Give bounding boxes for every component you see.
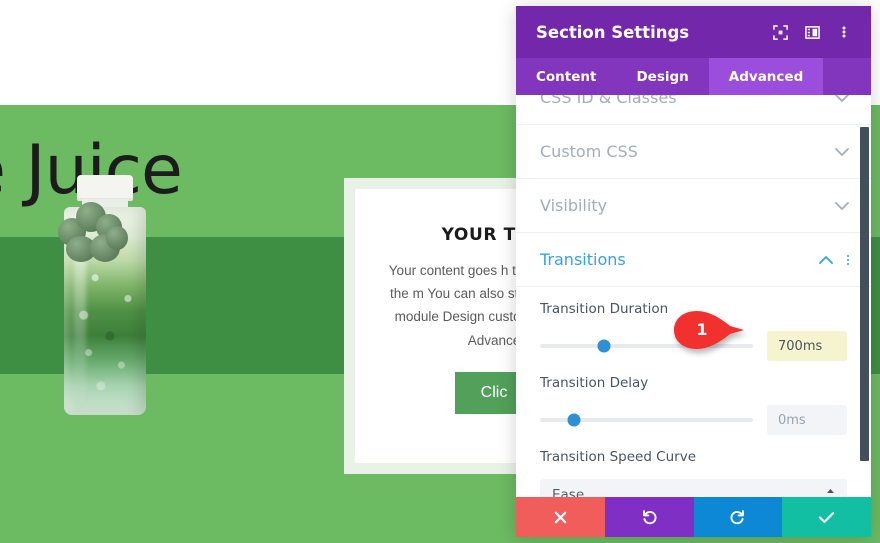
- close-icon: [554, 511, 567, 523]
- redo-icon: [730, 509, 745, 524]
- slider-knob[interactable]: [597, 339, 611, 353]
- select-value: Ease: [552, 487, 585, 497]
- callout-marker-1: 1: [674, 311, 746, 349]
- expand-icon[interactable]: [767, 19, 793, 45]
- accordion-custom-css[interactable]: Custom CSS: [516, 125, 871, 179]
- accordion-label: Visibility: [540, 196, 608, 215]
- field-transition-speed-curve: Transition Speed Curve Ease: [516, 435, 871, 497]
- tab-content[interactable]: Content: [516, 58, 616, 95]
- field-label: Transition Speed Curve: [540, 449, 697, 465]
- panel-tabs: Content Design Advanced: [516, 58, 871, 95]
- save-button[interactable]: [782, 497, 871, 537]
- chevron-down-icon: [835, 95, 849, 105]
- chevron-down-icon: [835, 145, 849, 159]
- panel-title: Section Settings: [536, 22, 690, 42]
- panel-action-bar: [516, 497, 871, 537]
- transition-speed-curve-select[interactable]: Ease: [540, 479, 847, 497]
- check-icon: [818, 511, 835, 523]
- panel-scrollbar[interactable]: [860, 127, 869, 461]
- section-settings-panel: Section Settings Content Design Advanced…: [516, 6, 871, 537]
- layout-view-icon[interactable]: [799, 19, 825, 45]
- broccoli-image: [56, 196, 130, 264]
- kebab-menu-icon[interactable]: [831, 19, 857, 45]
- accordion-label: Transitions: [540, 250, 626, 269]
- slider-knob[interactable]: [567, 413, 581, 427]
- transition-delay-slider[interactable]: [540, 413, 753, 427]
- tab-design[interactable]: Design: [616, 58, 708, 95]
- chevron-down-icon: [835, 199, 849, 213]
- undo-icon: [642, 509, 657, 524]
- panel-content: CSS ID & Classes Custom CSS Visibility T…: [516, 95, 871, 497]
- select-arrows-icon: [826, 488, 835, 497]
- panel-header: Section Settings: [516, 6, 871, 58]
- transition-delay-value[interactable]: 0ms: [767, 405, 847, 435]
- accordion-transitions[interactable]: Transitions: [516, 233, 871, 287]
- accordion-label: CSS ID & Classes: [540, 95, 677, 107]
- accordion-label: Custom CSS: [540, 142, 638, 161]
- field-transition-delay: Transition Delay 0ms: [516, 361, 871, 435]
- field-row: 0ms: [540, 405, 847, 435]
- transition-duration-value[interactable]: 700ms: [767, 331, 847, 361]
- chevron-up-icon: [819, 253, 833, 267]
- accordion-css-id-classes[interactable]: CSS ID & Classes: [516, 95, 871, 125]
- redo-button[interactable]: [693, 497, 783, 537]
- transitions-options-icon[interactable]: [847, 254, 849, 265]
- tab-advanced[interactable]: Advanced: [708, 58, 824, 95]
- accordion-visibility[interactable]: Visibility: [516, 179, 871, 233]
- field-label: Transition Delay: [540, 375, 649, 391]
- undo-button[interactable]: [604, 497, 694, 537]
- callout-number: 1: [696, 320, 708, 339]
- cancel-button[interactable]: [516, 497, 605, 537]
- panel-scroll-area: CSS ID & Classes Custom CSS Visibility T…: [516, 95, 871, 497]
